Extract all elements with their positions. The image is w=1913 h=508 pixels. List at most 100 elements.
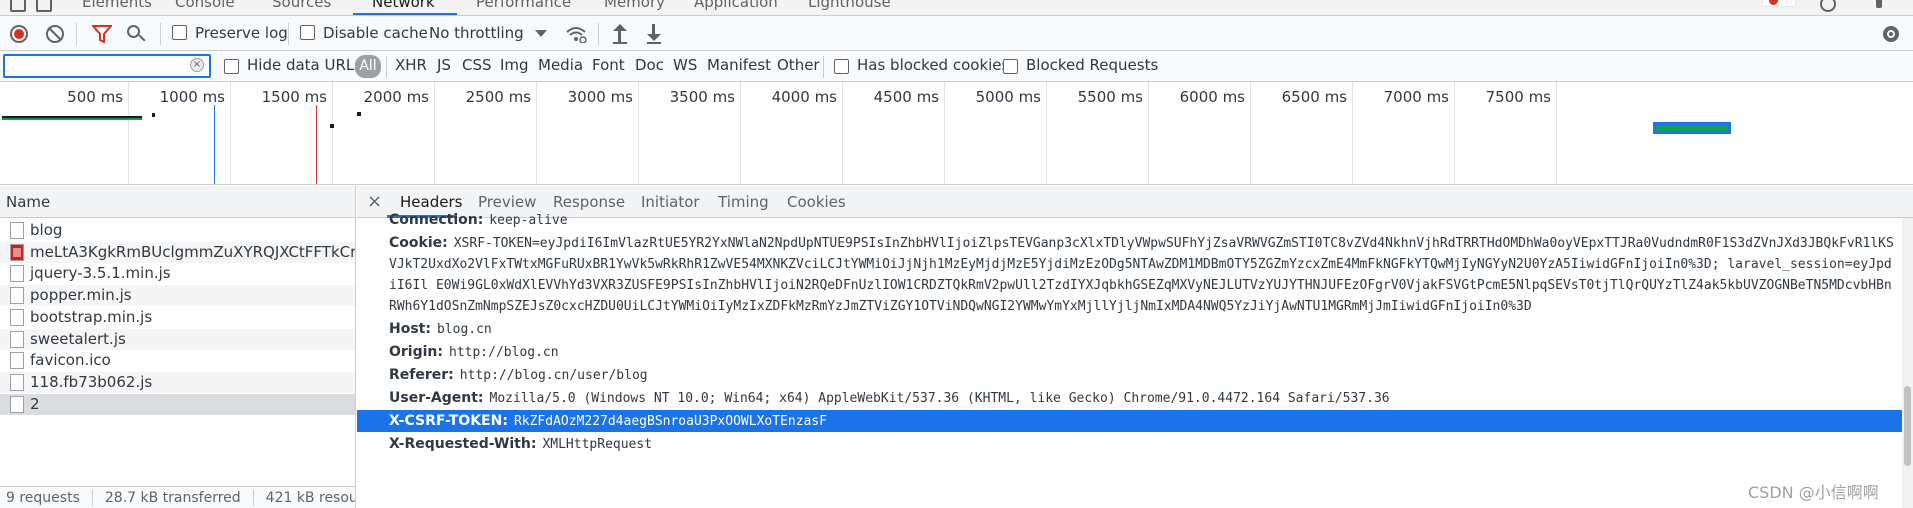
- tab-network[interactable]: Network: [372, 0, 435, 11]
- request-row[interactable]: meLtA3KgkRmBUclgmmZuXYRQJXCtFFTkCrql...: [0, 241, 356, 263]
- settings-gear-icon[interactable]: [1820, 0, 1836, 12]
- request-header-row[interactable]: Origin: http://blog.cn: [357, 341, 1902, 363]
- request-header-row[interactable]: Host: blog.cn: [357, 318, 1902, 340]
- request-row[interactable]: blog: [0, 220, 355, 241]
- toolbar-divider: [598, 23, 599, 45]
- toolbar-divider: [76, 23, 77, 45]
- tab-lighthouse[interactable]: Lighthouse: [808, 0, 891, 11]
- clear-icon: [47, 26, 63, 42]
- network-conditions-icon[interactable]: [565, 25, 587, 43]
- type-filter-font[interactable]: Font: [592, 56, 625, 74]
- device-toolbar-icon[interactable]: [36, 0, 52, 12]
- filter-bar: × Hide data URLs All XHR JS CSS Img Medi…: [0, 51, 1913, 82]
- detail-tab-preview[interactable]: Preview: [478, 193, 536, 211]
- request-header-row[interactable]: X-Requested-With: XMLHttpRequest: [357, 433, 1902, 455]
- timeline-tick-label: 5000 ms: [975, 88, 1041, 106]
- detail-tab-headers[interactable]: Headers: [400, 193, 462, 211]
- type-filter-other[interactable]: Other: [777, 56, 820, 74]
- type-filter-all[interactable]: All: [355, 55, 381, 78]
- type-filter-manifest[interactable]: Manifest: [707, 56, 771, 74]
- request-row[interactable]: 118.fb73b062.js: [0, 371, 355, 393]
- clear-filter-icon[interactable]: ×: [190, 58, 204, 72]
- document-file-icon: [10, 352, 24, 370]
- type-filter-img[interactable]: Img: [500, 56, 529, 74]
- inspect-element-icon[interactable]: [10, 0, 26, 12]
- timeline-tick-label: 7000 ms: [1383, 88, 1449, 106]
- has-blocked-cookies-checkbox[interactable]: [834, 59, 849, 74]
- import-har-icon[interactable]: [612, 24, 628, 44]
- request-bar-favicon: [357, 112, 361, 116]
- request-row[interactable]: sweetalert.js: [0, 328, 355, 350]
- timeline-tick-label: 7500 ms: [1485, 88, 1551, 106]
- timeline-tick-label: 6000 ms: [1179, 88, 1245, 106]
- request-bar-document-wait: [2, 118, 142, 120]
- detail-tab-cookies[interactable]: Cookies: [787, 193, 846, 211]
- record-button[interactable]: [10, 25, 28, 43]
- more-options-icon[interactable]: [1876, 0, 1882, 8]
- tab-elements[interactable]: Elements: [82, 0, 152, 11]
- toolbar-divider: [288, 23, 289, 45]
- request-list: Name blog meLtA3KgkRmBUclgmmZuXYRQJXCtFFT…: [0, 186, 356, 508]
- type-filter-ws[interactable]: WS: [673, 56, 697, 74]
- search-icon[interactable]: [126, 24, 146, 44]
- clear-button[interactable]: [46, 25, 64, 43]
- request-header-row[interactable]: Cookie: XSRF-TOKEN=eyJpdiI6ImVlazRtUE5YR2…: [357, 232, 1902, 317]
- request-name: 118.fb73b062.js: [30, 372, 153, 391]
- request-name: meLtA3KgkRmBUclgmmZuXYRQJXCtFFTkCrql...: [30, 242, 356, 261]
- detail-tab-timing[interactable]: Timing: [718, 193, 769, 211]
- request-row[interactable]: favicon.ico: [0, 350, 355, 371]
- document-file-icon: [10, 330, 24, 348]
- type-filter-css[interactable]: CSS: [462, 56, 492, 74]
- tab-memory[interactable]: Memory: [604, 0, 665, 11]
- header-name: User-Agent:: [389, 390, 484, 406]
- throttling-select[interactable]: No throttling: [429, 24, 524, 42]
- scrollbar-thumb[interactable]: [1904, 386, 1911, 466]
- timeline-tick-label: 1500 ms: [261, 88, 327, 106]
- disable-cache-checkbox[interactable]: [300, 25, 315, 40]
- type-filter-doc[interactable]: Doc: [635, 56, 664, 74]
- timeline-overview[interactable]: 500 ms 1000 ms 1500 ms 2000 ms 2500 ms 3000 m…: [0, 82, 1913, 185]
- type-filter-js[interactable]: JS: [437, 56, 451, 74]
- name-column-header[interactable]: Name: [0, 186, 355, 218]
- toolbar-divider: [160, 23, 161, 45]
- request-row[interactable]: popper.min.js: [0, 285, 355, 307]
- request-row[interactable]: bootstrap.min.js: [0, 307, 355, 328]
- tab-sources[interactable]: Sources: [272, 0, 331, 11]
- type-filter-xhr[interactable]: XHR: [395, 56, 427, 74]
- filter-input[interactable]: [3, 54, 211, 78]
- request-header-row[interactable]: X-CSRF-TOKEN: RkZFdAOzM227d4aegBSnroaU3Px…: [357, 410, 1902, 432]
- details-scrollbar[interactable]: [1902, 218, 1913, 508]
- tab-console[interactable]: Console: [175, 0, 235, 11]
- preserve-log-checkbox[interactable]: [172, 25, 187, 40]
- hide-data-urls-checkbox[interactable]: [224, 59, 239, 74]
- request-name: sweetalert.js: [30, 329, 126, 348]
- detail-tab-response[interactable]: Response: [553, 193, 625, 211]
- blocked-requests-checkbox[interactable]: [1003, 59, 1018, 74]
- request-header-row[interactable]: Connection: keep-alive: [357, 210, 1902, 231]
- header-value: XSRF-TOKEN=eyJpdiI6ImVlazRtUE5YR2YxNWlaN…: [389, 236, 1894, 314]
- request-name: popper.min.js: [30, 286, 132, 305]
- detail-tab-initiator[interactable]: Initiator: [641, 193, 700, 211]
- tab-performance[interactable]: Performance: [476, 0, 571, 11]
- header-name: Connection:: [389, 212, 484, 228]
- header-value: keep-alive: [489, 213, 568, 228]
- request-row[interactable]: 2: [0, 393, 355, 415]
- timeline-tick-label: 3000 ms: [567, 88, 633, 106]
- export-har-icon[interactable]: [646, 24, 662, 44]
- header-name: Referer:: [389, 367, 454, 383]
- type-filter-media[interactable]: Media: [538, 56, 583, 74]
- request-header-row[interactable]: User-Agent: Mozilla/5.0 (Windows NT 10.0;…: [357, 387, 1902, 409]
- network-settings-gear-icon[interactable]: [1880, 23, 1902, 45]
- tab-application[interactable]: Application: [694, 0, 778, 11]
- error-count-badge[interactable]: [1762, 0, 1796, 7]
- timeline-tick-label: 4500 ms: [873, 88, 939, 106]
- header-value: http://blog.cn: [449, 345, 559, 360]
- filter-icon[interactable]: [92, 25, 112, 43]
- transferred-size: 28.7 kB transferred: [104, 490, 241, 506]
- header-name: Host:: [389, 321, 431, 337]
- request-row[interactable]: jquery-3.5.1.min.js: [0, 263, 355, 284]
- close-details-icon[interactable]: ×: [367, 191, 382, 212]
- has-blocked-cookies-label: Has blocked cookies: [857, 56, 1010, 74]
- document-file-icon: [10, 395, 24, 413]
- request-header-row[interactable]: Referer: http://blog.cn/user/blog: [357, 364, 1902, 386]
